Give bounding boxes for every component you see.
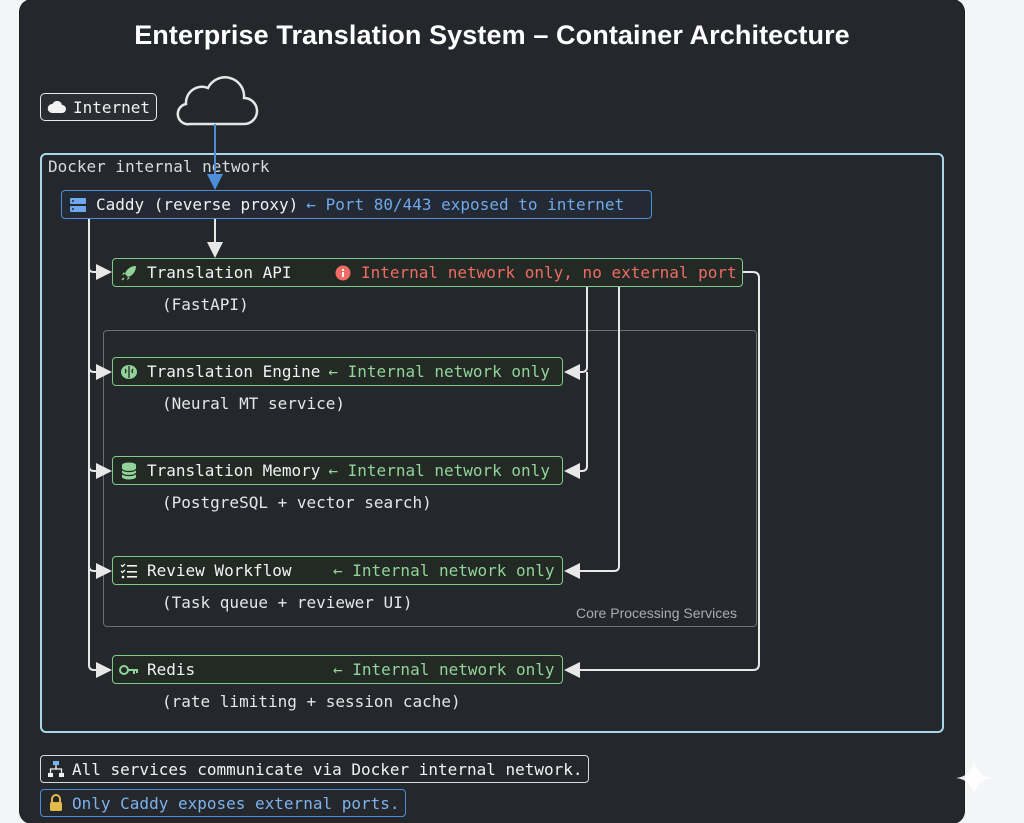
network-icon (46, 759, 66, 779)
translation-api-node: Translation API Internal network only, n… (112, 258, 743, 287)
lock-icon (46, 793, 66, 813)
footer-network-text: All services communicate via Docker inte… (72, 759, 583, 779)
translation-api-label: Translation API (147, 263, 292, 282)
api-to-memory-line (564, 372, 588, 479)
footer-note-network: All services communicate via Docker inte… (40, 755, 589, 783)
review-workflow-note: ← Internal network only (333, 561, 555, 580)
api-to-review-line (564, 287, 620, 579)
translation-engine-note: ← Internal network only (328, 362, 550, 381)
connector-lines (88, 124, 760, 678)
translation-memory-label: Translation Memory (147, 461, 321, 480)
api-to-engine-line (564, 287, 588, 380)
database-icon (119, 461, 139, 481)
redis-sub: (rate limiting + session cache) (162, 692, 461, 711)
info-icon (333, 263, 353, 283)
trunk-to-memory (88, 463, 112, 479)
trunk-to-review (88, 563, 112, 579)
caddy-label: Caddy (reverse proxy) (96, 195, 299, 214)
brain-icon (119, 362, 139, 382)
caddy-trunk-line (88, 219, 112, 678)
translation-memory-note: ← Internal network only (328, 461, 550, 480)
translation-engine-label: Translation Engine (147, 362, 321, 381)
translation-memory-sub: (PostgreSQL + vector search) (162, 493, 432, 512)
review-workflow-node: Review Workflow ← Internal network only (112, 556, 563, 585)
trunk-to-api (88, 264, 112, 280)
translation-api-note: Internal network only, no external port (361, 263, 737, 282)
rocket-icon (119, 263, 139, 283)
redis-label: Redis (147, 660, 196, 679)
caddy-note: ← Port 80/443 exposed to internet (306, 195, 625, 214)
translation-api-sub: (FastAPI) (162, 295, 249, 314)
trunk-to-engine (88, 364, 112, 380)
review-workflow-sub: (Task queue + reviewer UI) (162, 593, 413, 612)
redis-node: Redis ← Internal network only (112, 655, 563, 684)
footer-ports-text: Only Caddy exposes external ports. (72, 793, 400, 813)
footer-note-ports: Only Caddy exposes external ports. (40, 789, 406, 817)
redis-note: ← Internal network only (333, 660, 555, 679)
translation-engine-node: Translation Engine ← Internal network on… (112, 357, 563, 386)
translation-memory-node: Translation Memory ← Internal network on… (112, 456, 563, 485)
server-icon (68, 195, 88, 215)
translation-engine-sub: (Neural MT service) (162, 394, 346, 413)
api-to-redis-line (564, 271, 760, 678)
sparkle-icon (956, 760, 992, 796)
review-workflow-label: Review Workflow (147, 561, 292, 580)
caddy-node: Caddy (reverse proxy) ← Port 80/443 expo… (61, 190, 652, 219)
checklist-icon (119, 561, 139, 581)
key-icon (119, 660, 139, 680)
